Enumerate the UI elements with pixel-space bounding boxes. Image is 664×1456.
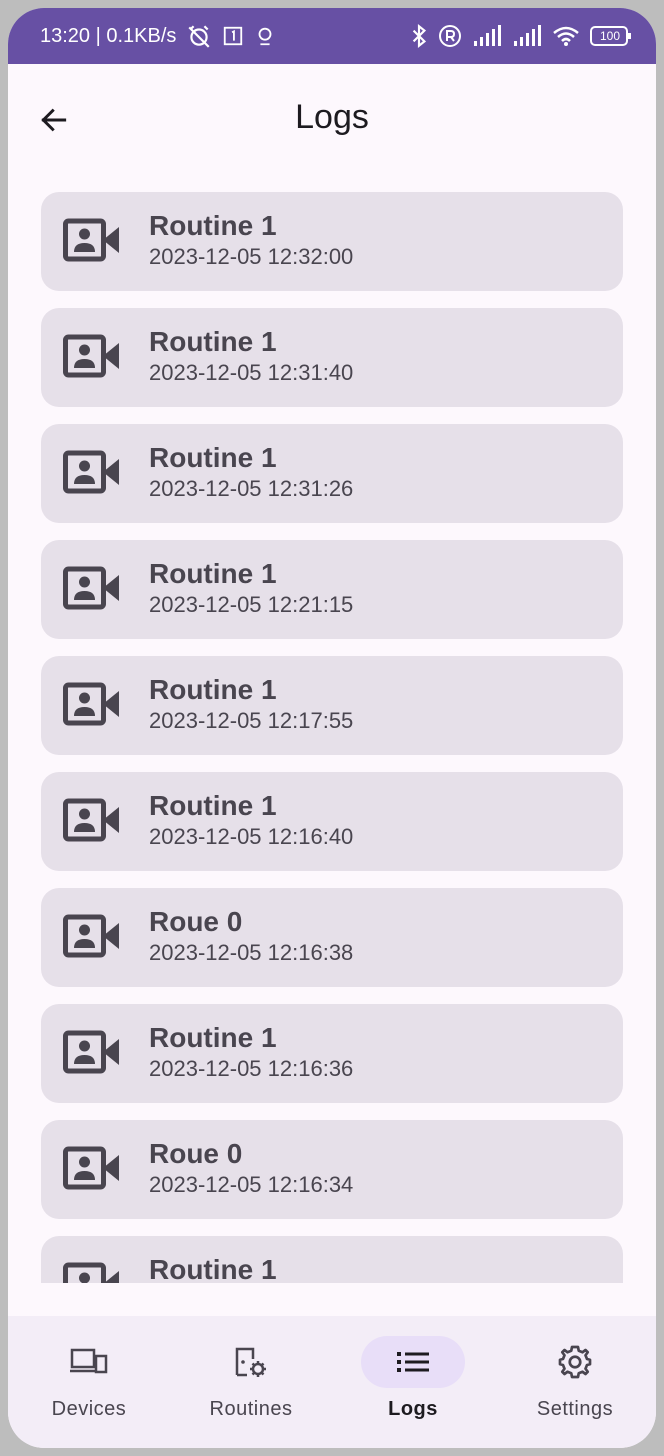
status-bar: 13:20 | 0.1KB/s 100 [8,8,656,64]
battery-level: 100 [599,29,621,43]
logs-list-viewport[interactable]: Routine 1 2023-12-05 12:32:00 Routine 1 202… [8,192,656,1283]
log-item[interactable]: Routine 1 [41,1236,623,1283]
page-title: Logs [295,98,369,136]
log-title: Routine 1 [149,1022,277,1053]
log-title: Roue 0 [149,1138,243,1169]
log-item[interactable]: Routine 1 2023-12-05 12:21:15 [41,540,623,639]
log-title: Routine 1 [149,674,277,705]
log-timestamp: 2023-12-05 12:16:34 [149,1172,354,1197]
log-title: Roue 0 [149,906,243,937]
log-timestamp: 2023-12-05 12:32:00 [149,244,354,269]
video-user-icon [63,1146,121,1192]
video-user-icon [63,914,121,960]
video-user-icon [63,334,121,380]
bottom-navigation: Devices Routines Logs Settings [8,1316,656,1448]
nav-label: Settings [536,1398,614,1420]
video-user-icon [63,1030,121,1076]
log-title: Routine 1 [149,442,277,473]
gear-icon [558,1345,592,1379]
log-item[interactable]: Routine 1 2023-12-05 12:17:55 [41,656,623,755]
alarm-off-icon [186,23,212,49]
log-item[interactable]: Routine 1 2023-12-05 12:32:00 [41,192,623,291]
nav-label: Logs [388,1398,438,1420]
log-timestamp: 2023-12-05 12:16:40 [149,824,354,849]
video-user-icon [63,218,121,264]
log-timestamp: 2023-12-05 12:31:26 [149,476,354,501]
log-timestamp: 2023-12-05 12:31:40 [149,360,354,385]
location-icon [254,25,276,47]
log-item[interactable]: Roue 0 2023-12-05 12:16:38 [41,888,623,987]
sim-card-icon [222,25,244,47]
status-time-speed: 13:20 | 0.1KB/s [40,24,177,47]
log-title: Routine 1 [149,790,277,821]
phone-screen: 13:20 | 0.1KB/s 100 Logs Routine 1 2023-… [8,8,656,1448]
bluetooth-icon [410,23,428,49]
nav-devices[interactable]: Devices [8,1316,170,1448]
registered-icon [438,24,462,48]
logs-list: Routine 1 2023-12-05 12:32:00 Routine 1 202… [8,192,656,1283]
app-bar: Logs [8,64,656,172]
log-timestamp: 2023-12-05 12:16:38 [149,940,354,965]
video-user-icon [63,450,121,496]
video-user-icon [63,566,121,612]
nav-logs[interactable]: Logs [332,1316,494,1448]
devices-icon [70,1348,108,1374]
log-timestamp: 2023-12-05 12:17:55 [149,708,354,733]
log-item[interactable]: Routine 1 2023-12-05 12:16:36 [41,1004,623,1103]
wifi-icon [552,25,580,47]
log-title: Routine 1 [149,326,277,357]
nav-settings[interactable]: Settings [494,1316,656,1448]
nav-routines[interactable]: Routines [170,1316,332,1448]
log-title: Routine 1 [149,210,277,241]
signal-icon-2 [512,25,542,47]
log-item[interactable]: Routine 1 2023-12-05 12:31:40 [41,308,623,407]
log-timestamp: 2023-12-05 12:16:36 [149,1056,354,1081]
video-user-icon [63,1262,121,1283]
log-title: Routine 1 [149,1254,277,1283]
log-item[interactable]: Routine 1 2023-12-05 12:31:26 [41,424,623,523]
video-user-icon [63,798,121,844]
signal-icon [472,25,502,47]
log-item[interactable]: Routine 1 2023-12-05 12:16:40 [41,772,623,871]
nav-label: Devices [51,1398,127,1420]
log-item[interactable]: Roue 0 2023-12-05 12:16:34 [41,1120,623,1219]
list-icon [397,1352,429,1372]
log-timestamp: 2023-12-05 12:21:15 [149,592,354,617]
log-title: Routine 1 [149,558,277,589]
video-user-icon [63,682,121,728]
nav-label: Routines [209,1398,293,1420]
routines-icon [235,1347,266,1377]
battery-icon: 100 [590,25,632,47]
